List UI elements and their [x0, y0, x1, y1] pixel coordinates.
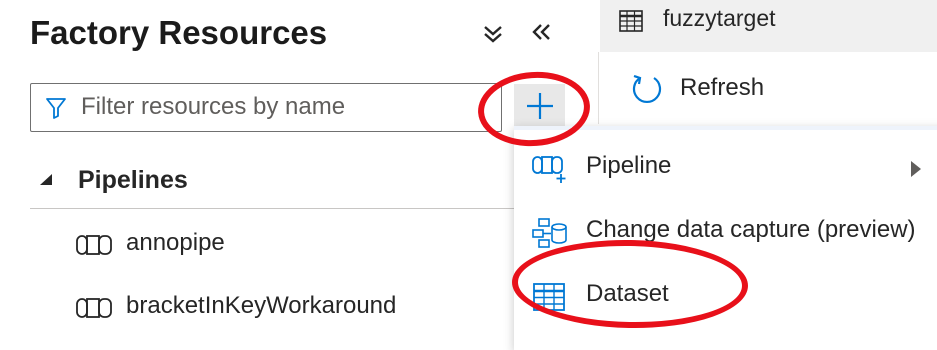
filter-icon	[45, 96, 67, 120]
menu-item-dataset[interactable]: Dataset	[514, 266, 937, 326]
tree-group-label: Pipelines	[78, 166, 188, 194]
submenu-arrow-icon	[910, 160, 922, 178]
panel-title: Factory Resources	[30, 14, 328, 51]
menu-item-label: Pipeline	[586, 152, 672, 179]
dataset-table-icon	[532, 282, 568, 312]
filter-box	[30, 83, 502, 132]
plus-icon	[526, 93, 553, 119]
menu-item-pipeline[interactable]: Pipeline	[514, 138, 937, 198]
refresh-button[interactable]: Refresh	[630, 70, 770, 110]
tree-item-pipeline[interactable]: bracketInKeyWorkaround	[76, 288, 496, 328]
double-chevron-left-icon[interactable]	[526, 16, 556, 48]
refresh-label: Refresh	[680, 74, 765, 101]
pipeline-icon	[76, 233, 116, 257]
tab-label: fuzzytarget	[663, 5, 776, 31]
pipeline-icon	[76, 296, 116, 320]
tree-item-pipeline[interactable]: annopipe	[76, 225, 456, 265]
menu-item-change-data-capture[interactable]: Change data capture (preview)	[514, 202, 937, 262]
tree-item-label: annopipe	[126, 229, 225, 256]
change-data-capture-icon	[532, 218, 568, 248]
pipeline-add-icon	[532, 154, 568, 184]
refresh-icon	[630, 72, 664, 106]
menu-item-label: Dataset	[586, 280, 669, 307]
tree-item-label: bracketInKeyWorkaround	[126, 292, 397, 319]
new-resource-menu: Pipeline Change data capture (preview) D…	[514, 126, 937, 350]
tree-group-pipelines[interactable]: Pipelines	[30, 160, 520, 209]
tab-fuzzytarget[interactable]: fuzzytarget	[600, 0, 937, 52]
double-chevron-down-icon[interactable]	[478, 16, 508, 48]
add-resource-button[interactable]	[514, 84, 565, 128]
caret-down-icon[interactable]	[38, 173, 54, 187]
table-icon	[619, 10, 643, 32]
menu-item-label: Change data capture (preview)	[586, 216, 916, 243]
filter-input[interactable]	[81, 90, 491, 124]
